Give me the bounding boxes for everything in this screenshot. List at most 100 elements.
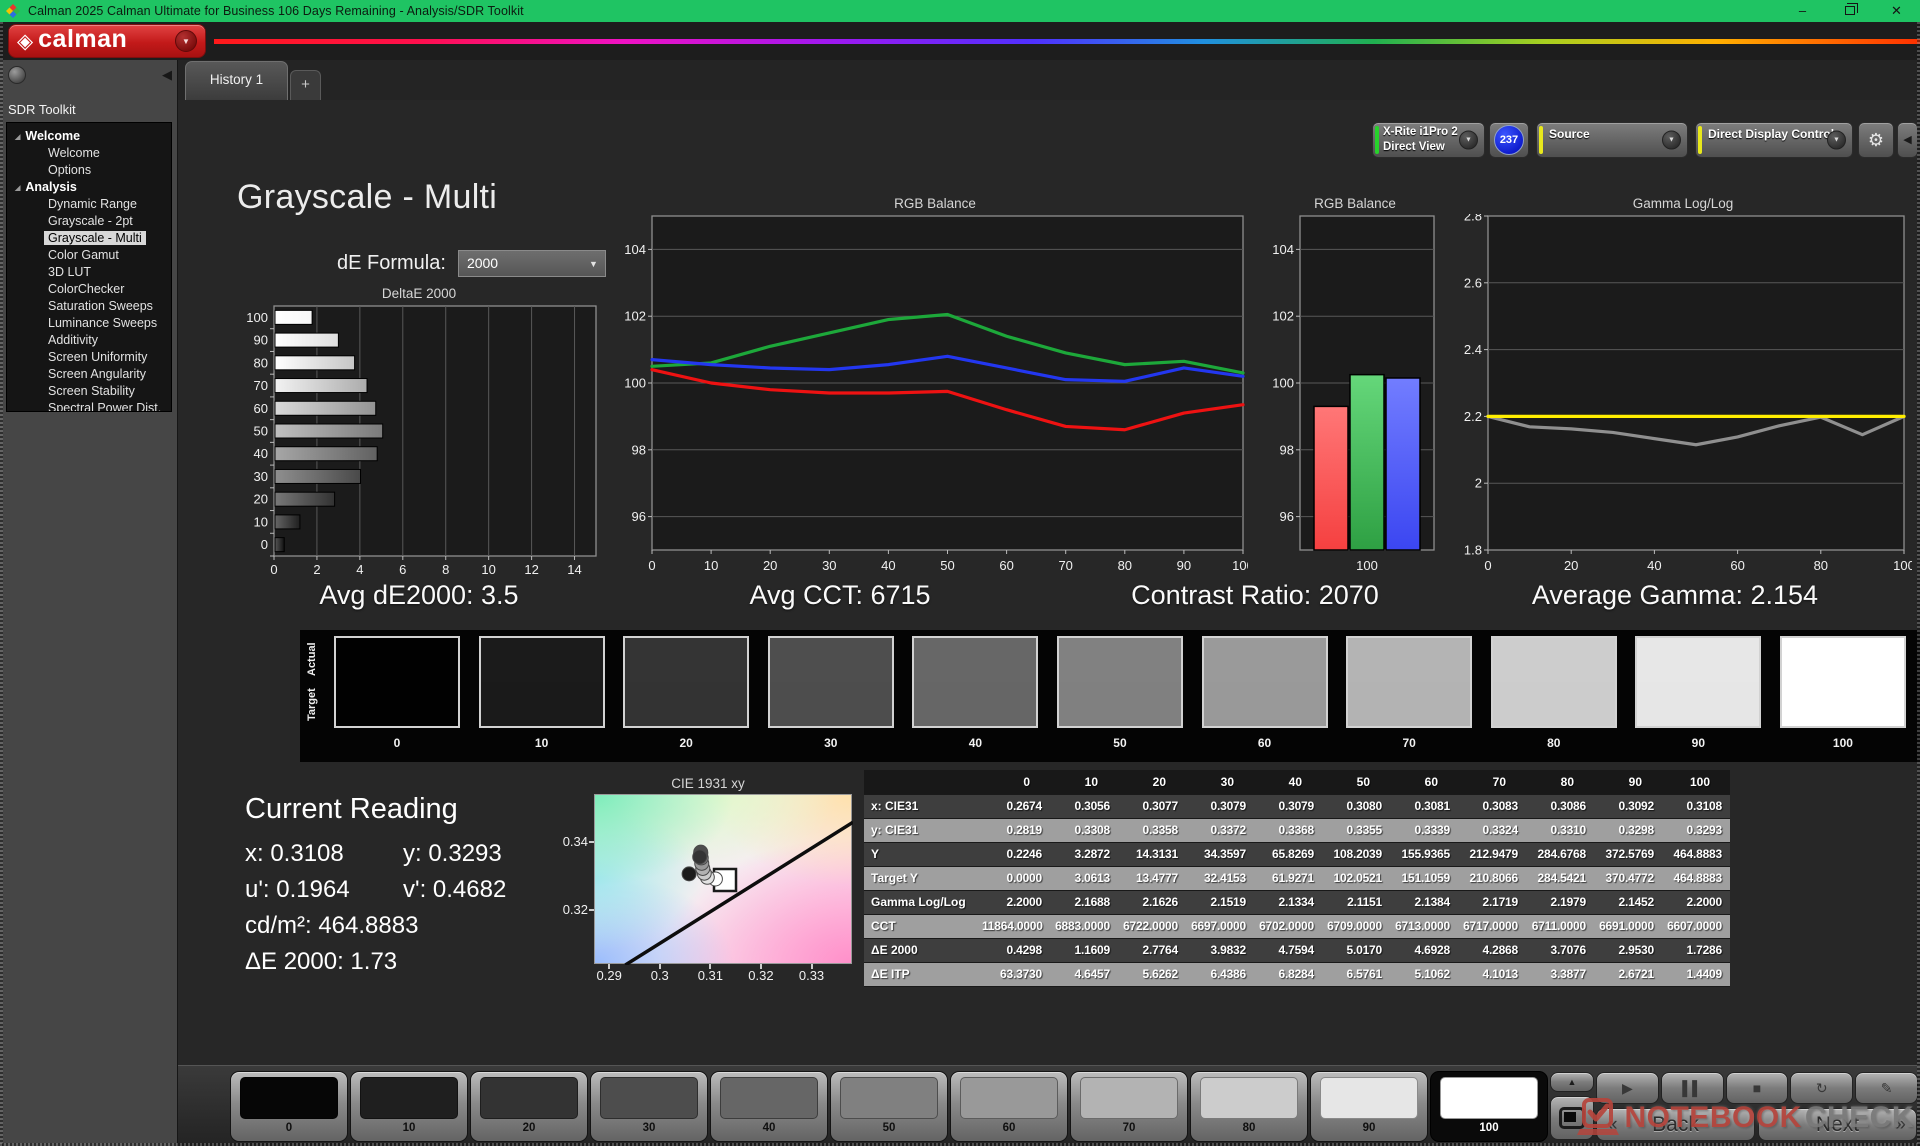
pattern-button-0[interactable]: 0 <box>230 1071 348 1142</box>
sidebar-item-saturation-sweeps[interactable]: Saturation Sweeps <box>7 298 171 315</box>
sidebar-item-colorchecker[interactable]: ColorChecker <box>7 281 171 298</box>
pattern-button-20[interactable]: 20 <box>470 1071 588 1142</box>
sidebar-item-3d-lut[interactable]: 3D LUT <box>7 264 171 281</box>
svg-text:60: 60 <box>1730 558 1744 573</box>
cell-value: 155.9365 <box>1390 842 1458 866</box>
next-button[interactable]: Next » <box>1758 1108 1917 1141</box>
pattern-button-30[interactable]: 30 <box>590 1071 708 1142</box>
pattern-button-100[interactable]: 100 <box>1430 1071 1548 1142</box>
gear-icon: ⚙ <box>1868 130 1884 150</box>
settings-button[interactable]: ⚙ <box>1858 122 1894 158</box>
pattern-swatch <box>1080 1077 1178 1119</box>
close-button[interactable]: ✕ <box>1873 0 1920 22</box>
svg-text:100: 100 <box>624 376 646 391</box>
sidebar-item-welcome[interactable]: Welcome <box>7 145 171 162</box>
collapse-panel-button[interactable]: ◀ <box>1897 122 1918 158</box>
sidebar-item-screen-angularity[interactable]: Screen Angularity <box>7 366 171 383</box>
table-header-row: 0102030405060708090100 <box>864 770 1730 794</box>
sidebar-item-grayscale-2pt[interactable]: Grayscale - 2pt <box>7 213 171 230</box>
row-label: Target Y <box>864 866 982 890</box>
sidebar-item-luminance-sweeps[interactable]: Luminance Sweeps <box>7 315 171 332</box>
meter-count-button[interactable]: 237 <box>1489 122 1529 158</box>
svg-text:104: 104 <box>1272 242 1294 257</box>
cell-value: 3.7076 <box>1526 938 1594 962</box>
cell-value: 0.2819 <box>982 818 1050 842</box>
calman-menu-chevron-button[interactable]: ▼ <box>175 30 197 52</box>
pattern-patch-buttons: 0102030405060708090100 <box>230 1071 1548 1142</box>
reading-de2000: ΔE 2000: 1.73 <box>245 948 585 984</box>
ramp-patch-20: 20 <box>623 636 749 750</box>
cell-value: 6717.0000 <box>1458 914 1526 938</box>
tool-button-3[interactable]: ■ <box>1726 1072 1789 1104</box>
tool-button-2[interactable]: ▌▌ <box>1661 1072 1724 1104</box>
calman-menu-button[interactable]: ◈ calman ▼ <box>8 24 206 58</box>
tool-button-5[interactable]: ✎ <box>1855 1072 1918 1104</box>
ramp-patch-60: 60 <box>1202 636 1328 750</box>
status-dot-button[interactable] <box>8 66 26 84</box>
col-header-60: 60 <box>1390 770 1458 794</box>
pattern-button-10[interactable]: 10 <box>350 1071 468 1142</box>
cell-value: 4.6457 <box>1050 962 1118 986</box>
rgb-line-chart-title: RGB Balance <box>622 196 1248 214</box>
pattern-button-label: 60 <box>951 1122 1067 1134</box>
sidebar-item-spectral-power-dist[interactable]: Spectral Power Dist. <box>7 400 171 412</box>
pattern-button-label: 80 <box>1191 1122 1307 1134</box>
svg-text:1.8: 1.8 <box>1464 543 1482 558</box>
ramp-patch-100: 100 <box>1780 636 1906 750</box>
section-label: Analysis <box>25 180 76 194</box>
cell-value: 2.1452 <box>1594 890 1662 914</box>
cie-point-10 <box>682 867 696 881</box>
pattern-button-60[interactable]: 60 <box>950 1071 1068 1142</box>
ramp-actual <box>1782 638 1904 682</box>
cell-value: 1.1609 <box>1050 938 1118 962</box>
pattern-window-button[interactable] <box>1550 1096 1594 1140</box>
pattern-button-50[interactable]: 50 <box>830 1071 948 1142</box>
sidebar-section-analysis[interactable]: ◢Analysis <box>7 179 171 196</box>
minimize-button[interactable]: – <box>1779 0 1826 22</box>
display-control-dropdown[interactable]: Direct Display Control ▼ <box>1695 122 1853 158</box>
plus-icon: + <box>301 76 310 93</box>
sidebar-item-grayscale-multi[interactable]: Grayscale - Multi <box>7 230 171 247</box>
corner-cell <box>864 770 982 794</box>
tool-button-4[interactable]: ↻ <box>1790 1072 1853 1104</box>
window-controls: – ✕ <box>1779 0 1920 22</box>
add-tab-button[interactable]: + <box>290 70 321 100</box>
cie-y-tick <box>589 909 594 911</box>
cell-value: 0.3083 <box>1458 794 1526 818</box>
pattern-up-button[interactable]: ▲ <box>1550 1072 1594 1092</box>
sidebar-item-additivity[interactable]: Additivity <box>7 332 171 349</box>
deltae-chart-plot: 024681012141009080706050403020100 <box>238 304 600 587</box>
pattern-button-80[interactable]: 80 <box>1190 1071 1308 1142</box>
sidebar-collapse-button[interactable]: ◀ <box>162 67 172 83</box>
sidebar-item-screen-stability[interactable]: Screen Stability <box>7 383 171 400</box>
page-title: Grayscale - Multi <box>237 178 497 217</box>
ramp-swatch <box>1057 636 1183 728</box>
svg-text:2: 2 <box>1475 476 1482 491</box>
svg-text:100: 100 <box>1272 376 1294 391</box>
sidebar-item-dynamic-range[interactable]: Dynamic Range <box>7 196 171 213</box>
sidebar-item-screen-uniformity[interactable]: Screen Uniformity <box>7 349 171 366</box>
pattern-button-70[interactable]: 70 <box>1070 1071 1188 1142</box>
rgb-bar-svg: 9698100102104100 <box>1266 214 1444 578</box>
cell-value: 3.3877 <box>1526 962 1594 986</box>
sidebar-item-options[interactable]: Options <box>7 162 171 179</box>
ramp-swatch <box>1780 636 1906 728</box>
tab-history-1[interactable]: History 1 <box>185 61 288 100</box>
table-row-gamma-log-log: Gamma Log/Log2.20002.16882.16262.15192.1… <box>864 890 1730 914</box>
de-formula-select[interactable]: 2000 ▼ <box>458 250 606 277</box>
restore-button[interactable] <box>1826 0 1873 22</box>
sidebar-item-label: Options <box>44 163 95 177</box>
sidebar-section-welcome[interactable]: ◢Welcome <box>7 128 171 145</box>
meter-dropdown[interactable]: X-Rite i1Pro 2 Direct View ▼ <box>1372 122 1485 158</box>
ramp-patch-label: 10 <box>479 736 605 750</box>
sidebar-item-color-gamut[interactable]: Color Gamut <box>7 247 171 264</box>
source-dropdown[interactable]: Source ▼ <box>1536 122 1688 158</box>
cell-value: 1.4409 <box>1662 962 1730 986</box>
pattern-button-40[interactable]: 40 <box>710 1071 828 1142</box>
back-button[interactable]: « Back <box>1596 1108 1755 1141</box>
next-chevrons-icon: » <box>1895 1109 1906 1140</box>
pattern-button-90[interactable]: 90 <box>1310 1071 1428 1142</box>
pattern-swatch <box>720 1077 818 1119</box>
tool-button-1[interactable]: ▶ <box>1596 1072 1659 1104</box>
cie-chart-title: CIE 1931 xy <box>552 776 864 794</box>
